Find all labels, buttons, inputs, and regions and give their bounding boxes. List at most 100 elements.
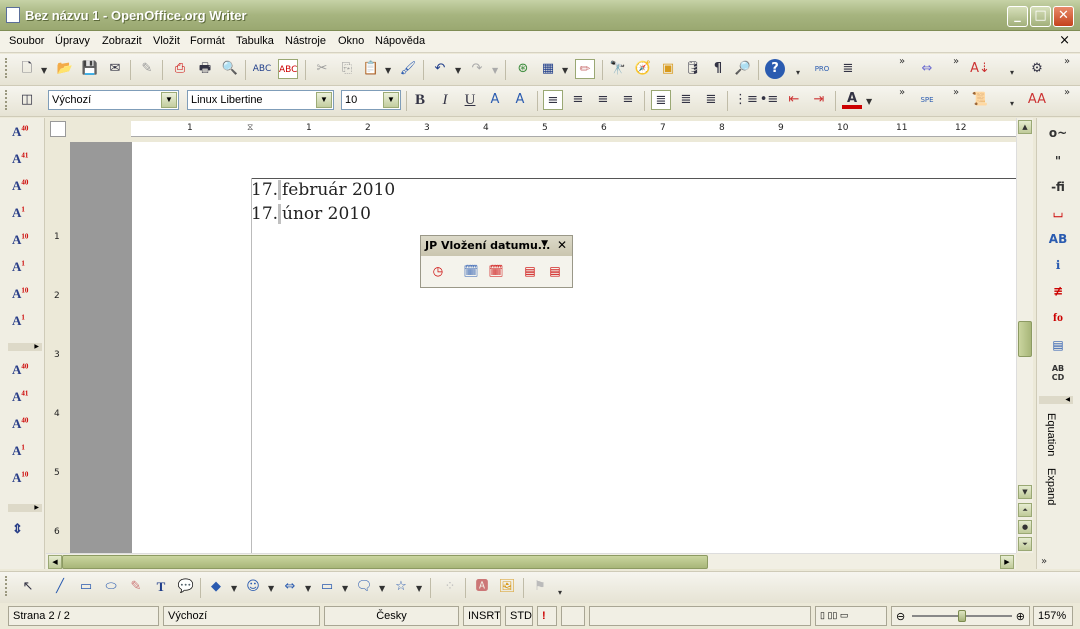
horizontal-scrollbar[interactable]: ◀ ▶: [46, 553, 1016, 569]
abcd-icon[interactable]: AB CD: [1045, 364, 1071, 384]
close-icon[interactable]: ✕: [557, 238, 567, 252]
document-line[interactable]: 17. február 2010: [251, 180, 397, 200]
table-dropdown-icon[interactable]: ▼: [562, 66, 568, 75]
more-toolbar-1-icon[interactable]: »: [899, 56, 905, 67]
outline-text-icon[interactable]: A: [510, 90, 530, 110]
redo-dropdown-icon[interactable]: ▼: [492, 66, 498, 75]
expand-arrow-icon[interactable]: ◀: [1039, 396, 1073, 404]
navigator-icon[interactable]: 🧭: [633, 59, 653, 79]
menu-vlozit[interactable]: Vložit: [153, 35, 180, 47]
stars-icon[interactable]: ☆: [391, 577, 411, 597]
print-icon[interactable]: 🖶: [195, 59, 215, 79]
callout-icon[interactable]: 💬: [176, 577, 196, 597]
italic-icon[interactable]: I: [435, 90, 455, 110]
ligature-icon[interactable]: -fi: [1045, 180, 1071, 200]
paste-icon[interactable]: 📋: [361, 59, 381, 79]
scroll-up-icon[interactable]: ▲: [1018, 120, 1032, 134]
insert-mode-indicator[interactable]: INSRT: [463, 606, 501, 626]
formula-a-icon[interactable]: A40: [12, 124, 34, 144]
indent-marker-icon[interactable]: ⧖: [247, 123, 253, 133]
tab-type-selector[interactable]: [50, 121, 66, 137]
degree-symbol-icon[interactable]: o~: [1045, 126, 1071, 146]
formula-a-icon[interactable]: A41: [12, 151, 34, 171]
extrusion-icon[interactable]: ⚑: [530, 577, 550, 597]
view-layout-icon[interactable]: ▯ ▯▯ ▭: [815, 606, 887, 626]
more-toolbar-3-icon[interactable]: »: [1064, 56, 1070, 67]
flowchart-icon[interactable]: ▭: [317, 577, 337, 597]
zoom-in-icon[interactable]: ⊕: [1016, 610, 1025, 623]
strikethrough-icon[interactable]: ≢: [1045, 284, 1071, 304]
toolbar-options-2-icon[interactable]: ▾: [1010, 68, 1014, 77]
formula-aa-icon[interactable]: A41: [12, 389, 34, 409]
show-draw-functions-icon[interactable]: ✏: [575, 59, 595, 79]
formula-a-icon[interactable]: A1: [12, 259, 34, 279]
number-box-icon[interactable]: ▤: [1045, 338, 1071, 358]
menu-soubor[interactable]: Soubor: [9, 35, 44, 47]
arrows-icon[interactable]: ⇔: [917, 59, 937, 79]
format-paintbrush-icon[interactable]: 🖌: [398, 59, 418, 79]
text-icon[interactable]: T: [151, 577, 171, 597]
formula-aa-icon[interactable]: A40: [12, 416, 34, 436]
maximize-button[interactable]: □: [1030, 6, 1051, 27]
vertical-scrollbar[interactable]: ▲ ▼ ⏶ ● ⏷: [1016, 118, 1033, 553]
menu-okno[interactable]: Okno: [338, 35, 364, 47]
scroll-right-icon[interactable]: ▶: [1000, 555, 1014, 569]
line-spacing-2-icon[interactable]: ≣: [701, 90, 721, 110]
expand-label[interactable]: Expand: [1045, 468, 1057, 505]
chevron-down-icon[interactable]: ▼: [383, 92, 399, 108]
toolbar-grip[interactable]: [5, 90, 8, 110]
line-icon[interactable]: ╱: [50, 577, 70, 597]
space-icon[interactable]: ⌴: [1045, 206, 1071, 226]
selection-mode-indicator[interactable]: STD: [505, 606, 533, 626]
formula-a-icon[interactable]: A1: [12, 205, 34, 225]
drawing-options-icon[interactable]: ▾: [558, 588, 562, 597]
spellcheck-icon[interactable]: ABC: [252, 59, 272, 79]
new-document-icon[interactable]: 🗋: [17, 59, 37, 79]
stars-dropdown-icon[interactable]: ▼: [416, 584, 422, 593]
format-options-icon[interactable]: ▾: [1010, 99, 1014, 108]
cut-icon[interactable]: ✂: [312, 59, 332, 79]
close-document-icon[interactable]: ×: [1059, 33, 1070, 48]
table-icon[interactable]: ▦: [538, 59, 558, 79]
page-style-indicator[interactable]: Výchozí: [163, 606, 320, 626]
callouts-icon[interactable]: 🗨: [354, 577, 374, 597]
flowchart-dropdown-icon[interactable]: ▼: [342, 584, 348, 593]
document-modified-icon[interactable]: !: [537, 606, 557, 626]
more-format-1-icon[interactable]: »: [899, 87, 905, 98]
fontwork-icon[interactable]: 🅰: [472, 577, 492, 597]
extension-icon[interactable]: ⚙: [1027, 59, 1047, 79]
find-replace-icon[interactable]: 🔭: [608, 59, 628, 79]
equation-label[interactable]: Equation: [1045, 413, 1057, 456]
formula-a-icon[interactable]: A10: [12, 286, 34, 306]
print-preview-icon[interactable]: 🔍: [220, 59, 240, 79]
text-direction-icon[interactable]: ⇕: [12, 521, 34, 541]
menu-upravy[interactable]: Úpravy: [55, 35, 90, 47]
toolbar-grip[interactable]: [5, 58, 8, 78]
close-button[interactable]: ✕: [1053, 6, 1074, 27]
chevron-down-icon[interactable]: ▼: [541, 239, 548, 249]
toolbar-options-icon[interactable]: ▾: [796, 68, 800, 77]
freeform-icon[interactable]: ✎: [126, 577, 146, 597]
font-name-select[interactable]: Linux Libertine ▼: [187, 90, 334, 110]
line-spacing-1-icon[interactable]: ≣: [651, 90, 671, 110]
document-line[interactable]: 17. únor 2010: [251, 204, 372, 224]
points-icon[interactable]: ⁘: [440, 577, 460, 597]
symbol-dropdown-icon[interactable]: ▼: [268, 584, 274, 593]
export-pdf-icon[interactable]: ⎙: [170, 59, 190, 79]
fo-icon[interactable]: fo: [1045, 310, 1071, 330]
save-icon[interactable]: 💾: [80, 59, 100, 79]
numbering-icon[interactable]: ⋮≡: [734, 90, 758, 110]
paragraph-style-select[interactable]: Výchozí ▼: [48, 90, 179, 110]
menu-tabulka[interactable]: Tabulka: [236, 35, 274, 47]
new-dropdown-icon[interactable]: ▼: [41, 66, 47, 75]
page-indicator[interactable]: Strana 2 / 2: [8, 606, 159, 626]
calendar-1-icon[interactable]: 🗓: [462, 262, 480, 280]
copy-icon[interactable]: ⎘: [337, 59, 357, 79]
zoom-icon[interactable]: 🔎: [733, 59, 753, 79]
menu-zobrazit[interactable]: Zobrazit: [102, 35, 142, 47]
calendar-2-icon[interactable]: 🗓: [487, 262, 505, 280]
paste-dropdown-icon[interactable]: ▼: [385, 66, 391, 75]
align-center-icon[interactable]: ≡: [568, 90, 588, 110]
formula-aa-icon[interactable]: A1: [12, 443, 34, 463]
justify-icon[interactable]: ≡: [618, 90, 638, 110]
